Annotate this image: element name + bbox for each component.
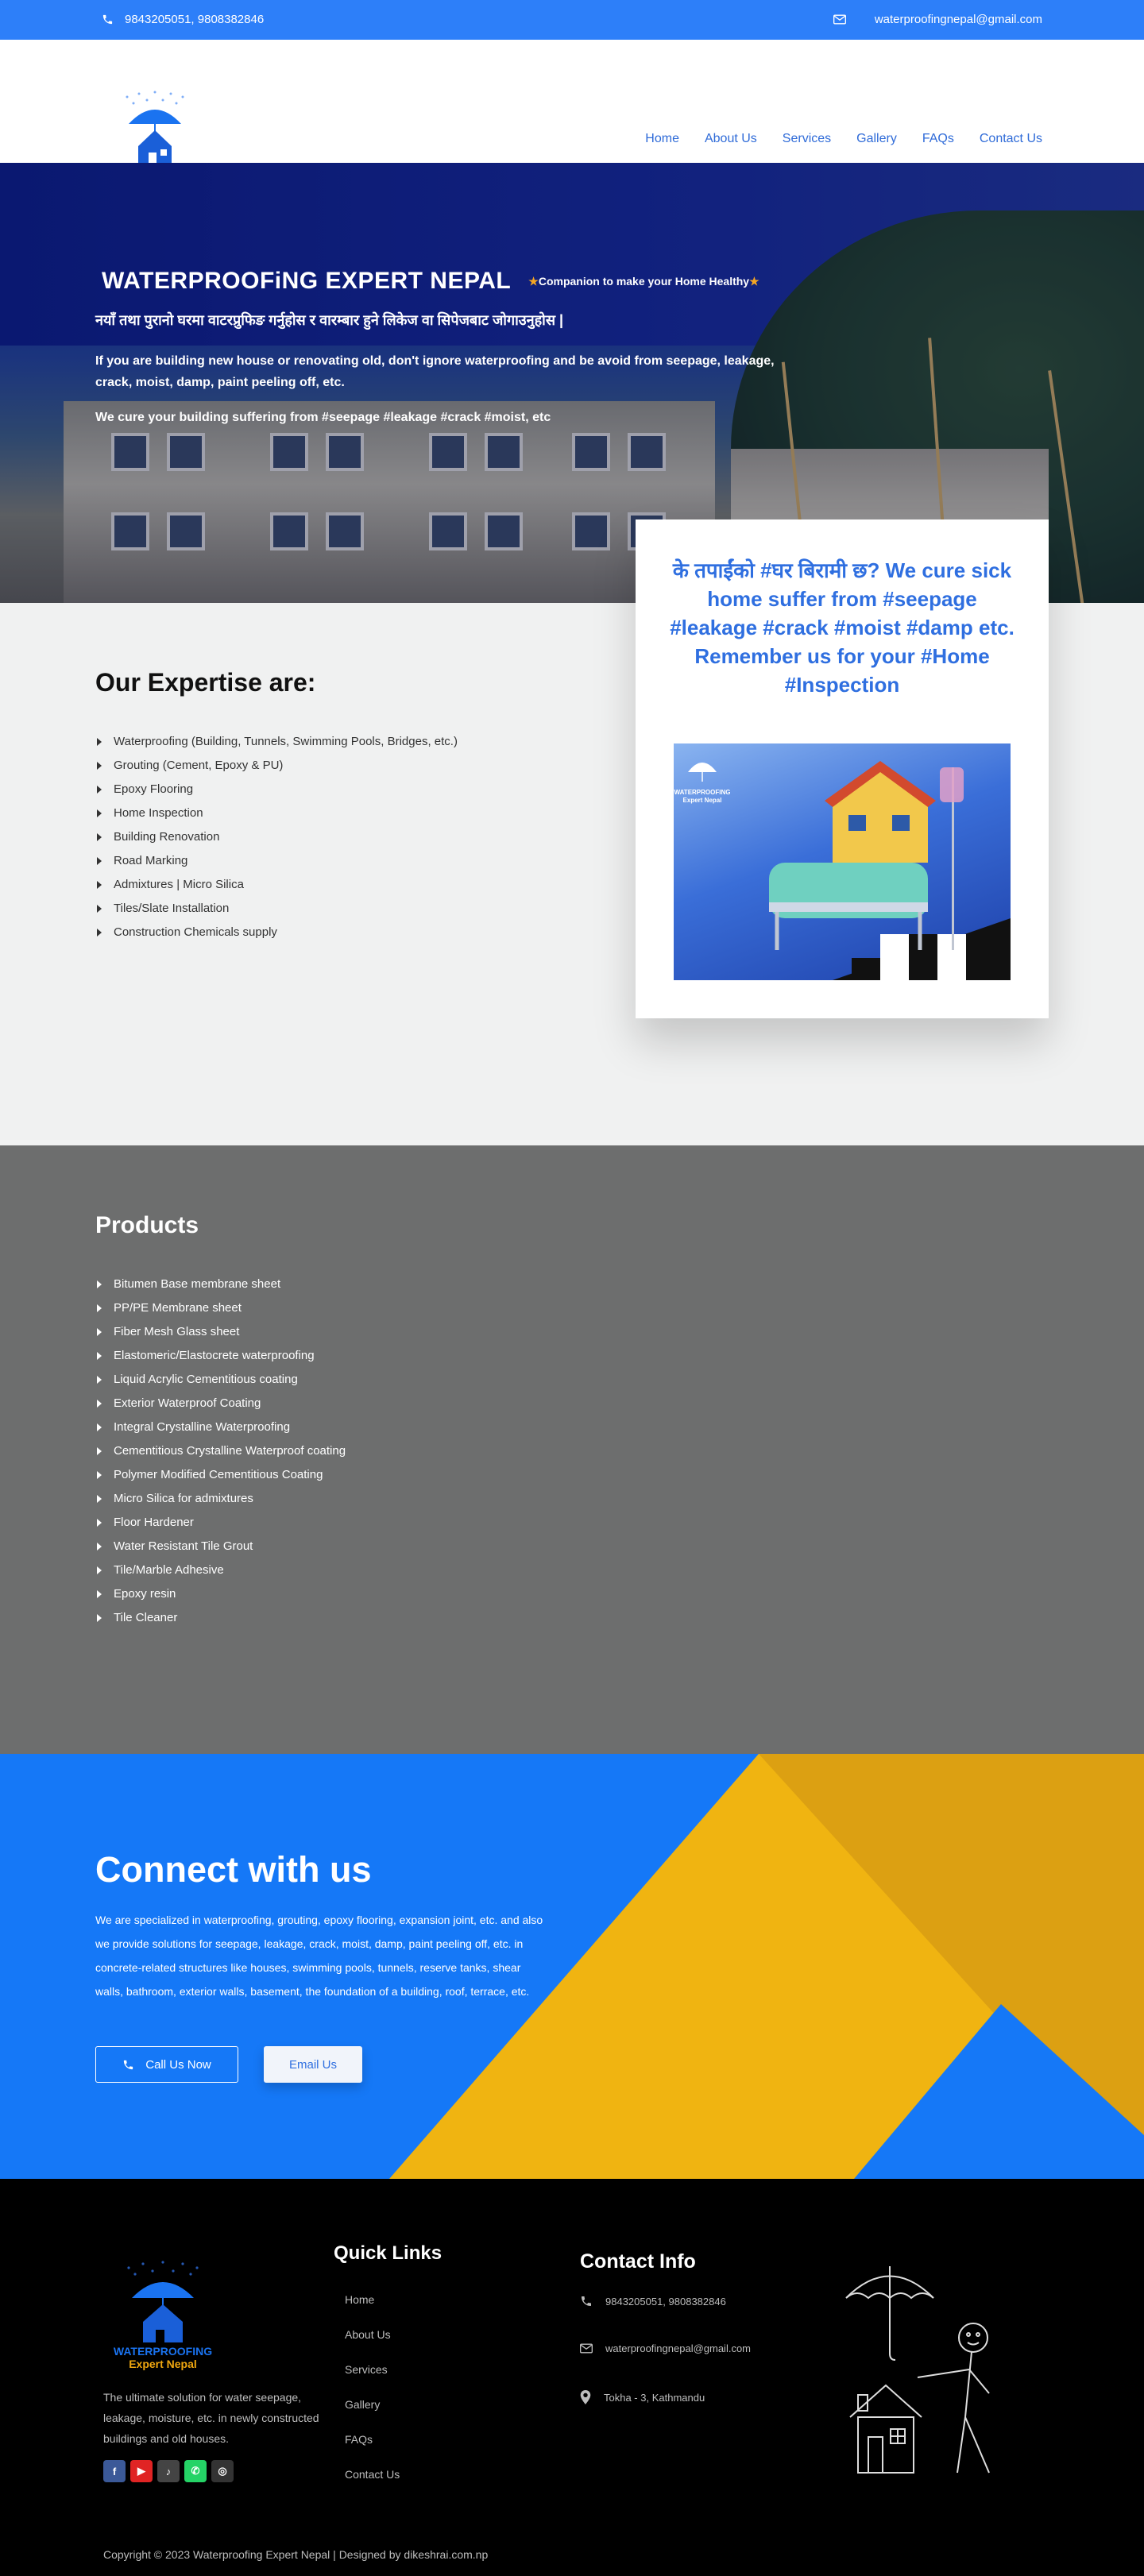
connect-description: We are specialized in waterproofing, gro…	[95, 1914, 543, 1998]
site-header: WATERPROOFING Expert Nepal Home About Us…	[0, 40, 1144, 191]
list-item: Grouting (Cement, Epoxy & PU)	[95, 754, 458, 778]
card-line-2: Remember us for your #Home #Inspection	[694, 644, 990, 697]
umbrella-man-house-illustration	[845, 2266, 990, 2474]
email-us-label: Email Us	[288, 2057, 337, 2072]
list-item: Cementitious Crystalline Waterproof coat…	[95, 1439, 346, 1463]
products-title: Products	[95, 1212, 199, 1238]
nav-contact-us[interactable]: Contact Us	[980, 132, 1042, 146]
facebook-icon[interactable]: f	[103, 2460, 126, 2482]
call-us-button[interactable]: Call Us Now	[95, 2046, 238, 2083]
expertise-title: Our Expertise are:	[95, 668, 316, 697]
list-item: Construction Chemicals supply	[95, 921, 458, 944]
list-item: Integral Crystalline Waterproofing	[95, 1415, 346, 1439]
svg-text:WATERPROOFING: WATERPROOFING	[114, 2345, 212, 2358]
list-item: Admixtures | Micro Silica	[95, 873, 458, 897]
list-item: Tile/Marble Adhesive	[95, 1558, 346, 1582]
hero-title-row: WATERPROOFiNG EXPERT NEPAL ★Companion to…	[102, 268, 759, 295]
footer-address: Tokha - 3, Kathmandu	[580, 2390, 705, 2404]
list-item: Elastomeric/Elastocrete waterproofing	[95, 1344, 346, 1368]
list-item: Exterior Waterproof Coating	[95, 1392, 346, 1415]
svg-text:WATERPROOFING: WATERPROOFING	[674, 789, 731, 796]
list-item: Waterproofing (Building, Tunnels, Swimmi…	[95, 730, 458, 754]
phone-icon	[582, 2296, 591, 2306]
list-item: Epoxy Flooring	[95, 778, 458, 801]
whatsapp-icon[interactable]: ✆	[184, 2460, 207, 2482]
list-item: Micro Silica for admixtures	[95, 1487, 346, 1511]
topbar-phone-text: 9843205051, 9808382846	[125, 13, 265, 26]
svg-text:Expert Nepal: Expert Nepal	[683, 797, 722, 804]
footer-phone-text: 9843205051, 9808382846	[605, 2295, 726, 2308]
list-item: Water Resistant Tile Grout	[95, 1535, 346, 1558]
quick-link-services[interactable]: Services	[345, 2352, 400, 2387]
footer-logo[interactable]: WATERPROOFING Expert Nepal	[111, 2258, 214, 2374]
quick-links-title: Quick Links	[334, 2242, 443, 2264]
hero-tagline-wrap: ★Companion to make your Home Healthy★	[528, 275, 759, 288]
quick-links-list: Home About Us Services Gallery FAQs Cont…	[345, 2282, 400, 2492]
contact-info-title: Contact Info	[580, 2250, 696, 2273]
products-section: Products Bitumen Base membrane sheet PP/…	[0, 1145, 1144, 1754]
envelope-icon	[833, 14, 846, 25]
list-item: Road Marking	[95, 849, 458, 873]
phone-icon	[102, 14, 113, 25]
list-item: Home Inspection	[95, 801, 458, 825]
nav-gallery[interactable]: Gallery	[856, 132, 897, 146]
copyright-text: Copyright © 2023 Waterproofing Expert Ne…	[103, 2548, 489, 2561]
list-item: Tile Cleaner	[95, 1606, 346, 1630]
footer-email-text: waterproofingnepal@gmail.com	[605, 2342, 752, 2354]
quick-link-about-us[interactable]: About Us	[345, 2317, 400, 2352]
star-icon: ★	[528, 274, 539, 288]
footer-email[interactable]: waterproofingnepal@gmail.com	[580, 2342, 751, 2354]
quick-link-faqs[interactable]: FAQs	[345, 2422, 400, 2457]
site-footer: WATERPROOFING Expert Nepal The ultimate …	[0, 2179, 1144, 2576]
youtube-icon[interactable]: ▶	[130, 2460, 153, 2482]
hero-nepali-text: नयाँ तथा पुरानो घरमा वाटरप्रुफिङ गर्नुहो…	[95, 312, 564, 328]
list-item: Polymer Modified Cementitious Coating	[95, 1463, 346, 1487]
quick-link-gallery[interactable]: Gallery	[345, 2387, 400, 2422]
sick-house-image: WATERPROOFING Expert Nepal	[674, 743, 1011, 980]
instagram-icon[interactable]: ◎	[211, 2460, 234, 2482]
list-item: Tiles/Slate Installation	[95, 897, 458, 921]
envelope-icon	[580, 2343, 593, 2354]
list-item: Epoxy resin	[95, 1582, 346, 1606]
connect-section: Connect with us We are specialized in wa…	[0, 1754, 1144, 2179]
social-links: f ▶ ♪ ✆ ◎	[103, 2460, 234, 2482]
footer-phone[interactable]: 9843205051, 9808382846	[580, 2295, 726, 2308]
connect-title: Connect with us	[95, 1849, 372, 1890]
footer-address-text: Tokha - 3, Kathmandu	[604, 2391, 705, 2404]
list-item: PP/PE Membrane sheet	[95, 1296, 346, 1320]
map-pin-icon	[580, 2390, 591, 2404]
hero-description: If you are building new house or renovat…	[95, 354, 775, 389]
nav-services[interactable]: Services	[783, 132, 831, 146]
topbar-email[interactable]: waterproofingnepal@gmail.com	[833, 13, 1042, 26]
svg-text:Expert Nepal: Expert Nepal	[129, 2358, 197, 2370]
topbar-email-text: waterproofingnepal@gmail.com	[874, 13, 1042, 26]
list-item: Bitumen Base membrane sheet	[95, 1273, 346, 1296]
hero-title: WATERPROOFiNG EXPERT NEPAL	[102, 268, 512, 294]
footer-description: The ultimate solution for water seepage,…	[103, 2391, 319, 2445]
hero-cure-text: We cure your building suffering from #se…	[95, 411, 551, 424]
card-text: के तपाईंको #घर बिरामी छ? We cure sick ho…	[664, 556, 1020, 699]
products-list: Bitumen Base membrane sheet PP/PE Membra…	[95, 1273, 346, 1630]
call-us-label: Call Us Now	[145, 2057, 211, 2072]
card-line-1: के तपाईंको #घर बिरामी छ? We cure sick ho…	[670, 558, 1015, 639]
hero-tagline: Companion to make your Home Healthy	[538, 274, 750, 288]
topbar-phone[interactable]: 9843205051, 9808382846	[102, 13, 264, 26]
top-contact-bar: 9843205051, 9808382846 waterproofingnepa…	[0, 0, 1144, 40]
list-item: Floor Hardener	[95, 1511, 346, 1535]
nav-faqs[interactable]: FAQs	[922, 132, 954, 146]
quick-link-home[interactable]: Home	[345, 2282, 400, 2317]
nav-about-us[interactable]: About Us	[705, 132, 757, 146]
expertise-list: Waterproofing (Building, Tunnels, Swimmi…	[95, 730, 458, 944]
email-us-button[interactable]: Email Us	[264, 2046, 362, 2083]
list-item: Liquid Acrylic Cementitious coating	[95, 1368, 346, 1392]
tiktok-icon[interactable]: ♪	[157, 2460, 180, 2482]
quick-link-contact-us[interactable]: Contact Us	[345, 2457, 400, 2492]
nav-home[interactable]: Home	[645, 132, 679, 146]
star-icon: ★	[749, 274, 759, 288]
list-item: Fiber Mesh Glass sheet	[95, 1320, 346, 1344]
list-item: Building Renovation	[95, 825, 458, 849]
phone-icon	[124, 2060, 133, 2069]
sick-home-card: के तपाईंको #घर बिरामी छ? We cure sick ho…	[636, 519, 1049, 1018]
main-nav: Home About Us Services Gallery FAQs Cont…	[645, 132, 1042, 146]
